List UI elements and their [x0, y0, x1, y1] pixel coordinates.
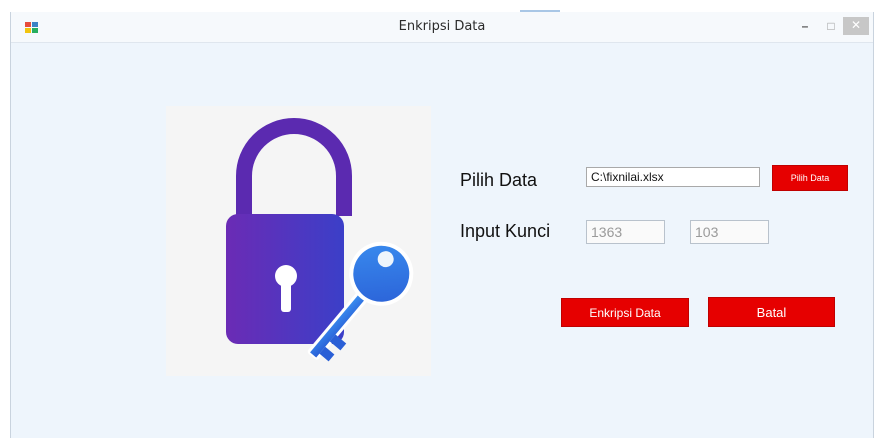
main-window: Enkripsi Data – □ ✕ Pilih Data C:\fixnil…: [10, 12, 874, 438]
minimize-button[interactable]: –: [795, 18, 815, 34]
title-bar[interactable]: Enkripsi Data – □ ✕: [11, 12, 873, 43]
file-path-input[interactable]: [586, 167, 760, 187]
padlock-with-key-icon: [226, 118, 414, 362]
pilih-data-label: Pilih Data: [460, 170, 538, 190]
close-button[interactable]: ✕: [843, 17, 869, 35]
pilih-data-button[interactable]: Pilih Data: [772, 165, 848, 191]
screen-top-strip: [0, 0, 874, 12]
input-kunci-label: Input Kunci: [460, 221, 551, 241]
key-input-2[interactable]: [690, 220, 769, 244]
key-input-1[interactable]: [586, 220, 665, 244]
encrypt-data-button[interactable]: Enkripsi Data: [561, 298, 689, 327]
lock-picture-box: [166, 106, 431, 376]
maximize-button[interactable]: □: [821, 18, 841, 34]
cancel-button[interactable]: Batal: [708, 297, 835, 327]
window-title: Enkripsi Data: [398, 19, 486, 34]
